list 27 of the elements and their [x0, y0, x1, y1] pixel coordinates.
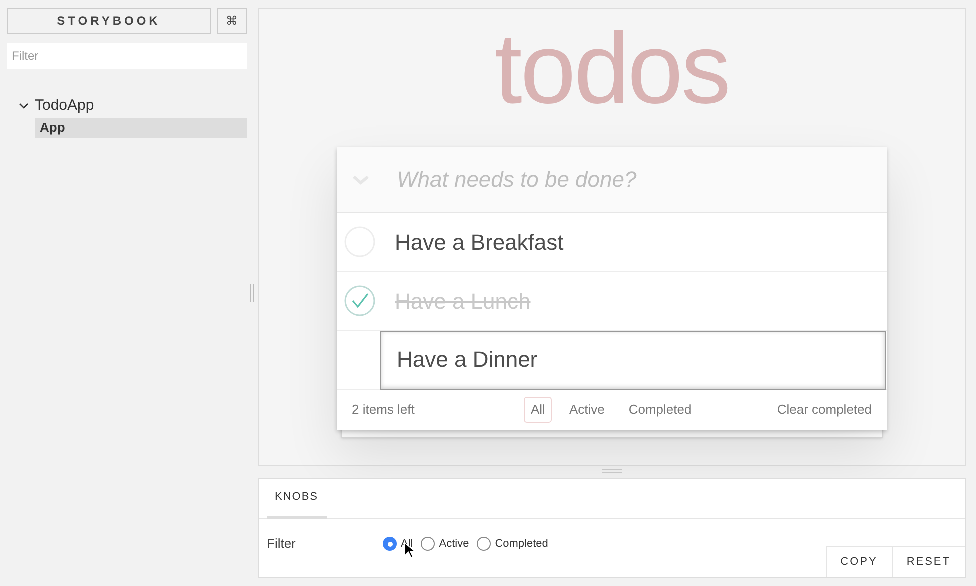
items-left-count: 2 items left [352, 401, 416, 420]
filter-link[interactable]: All [524, 397, 552, 423]
knob-action-button[interactable]: COPY [826, 546, 892, 577]
radio-label: Completed [495, 536, 548, 552]
addon-tab[interactable]: KNOBS [267, 479, 327, 519]
clear-completed-link[interactable]: Clear completed [777, 400, 872, 420]
filter-field[interactable]: Filter [7, 43, 247, 69]
radio-button[interactable] [421, 537, 436, 551]
radio-button[interactable] [383, 537, 397, 551]
tree-item[interactable]: App [35, 118, 247, 138]
todo-edit-field[interactable]: Have a Dinner [380, 330, 886, 390]
app-title: todos [494, 19, 730, 119]
radio-label: Active [439, 536, 470, 552]
shortcut-button[interactable]: ⌘ [217, 8, 247, 34]
knob-action-button[interactable]: RESET [892, 546, 965, 577]
storybook-title[interactable]: STORYBOOK [7, 8, 211, 34]
tree-item[interactable]: TodoApp [35, 94, 94, 118]
new-todo-field[interactable]: What needs to be done? [337, 147, 887, 213]
filter-link[interactable]: Completed [622, 397, 699, 423]
todo-text: Have a Breakfast [395, 228, 564, 256]
filter-link[interactable]: Active [562, 397, 612, 423]
checked-circle-icon[interactable] [344, 285, 376, 317]
drag-handle[interactable] [602, 469, 622, 473]
knob-label: Filter [267, 535, 297, 554]
chevron-icon[interactable] [19, 101, 29, 111]
radio-button[interactable] [477, 537, 492, 551]
resize-handle[interactable] [250, 284, 254, 302]
